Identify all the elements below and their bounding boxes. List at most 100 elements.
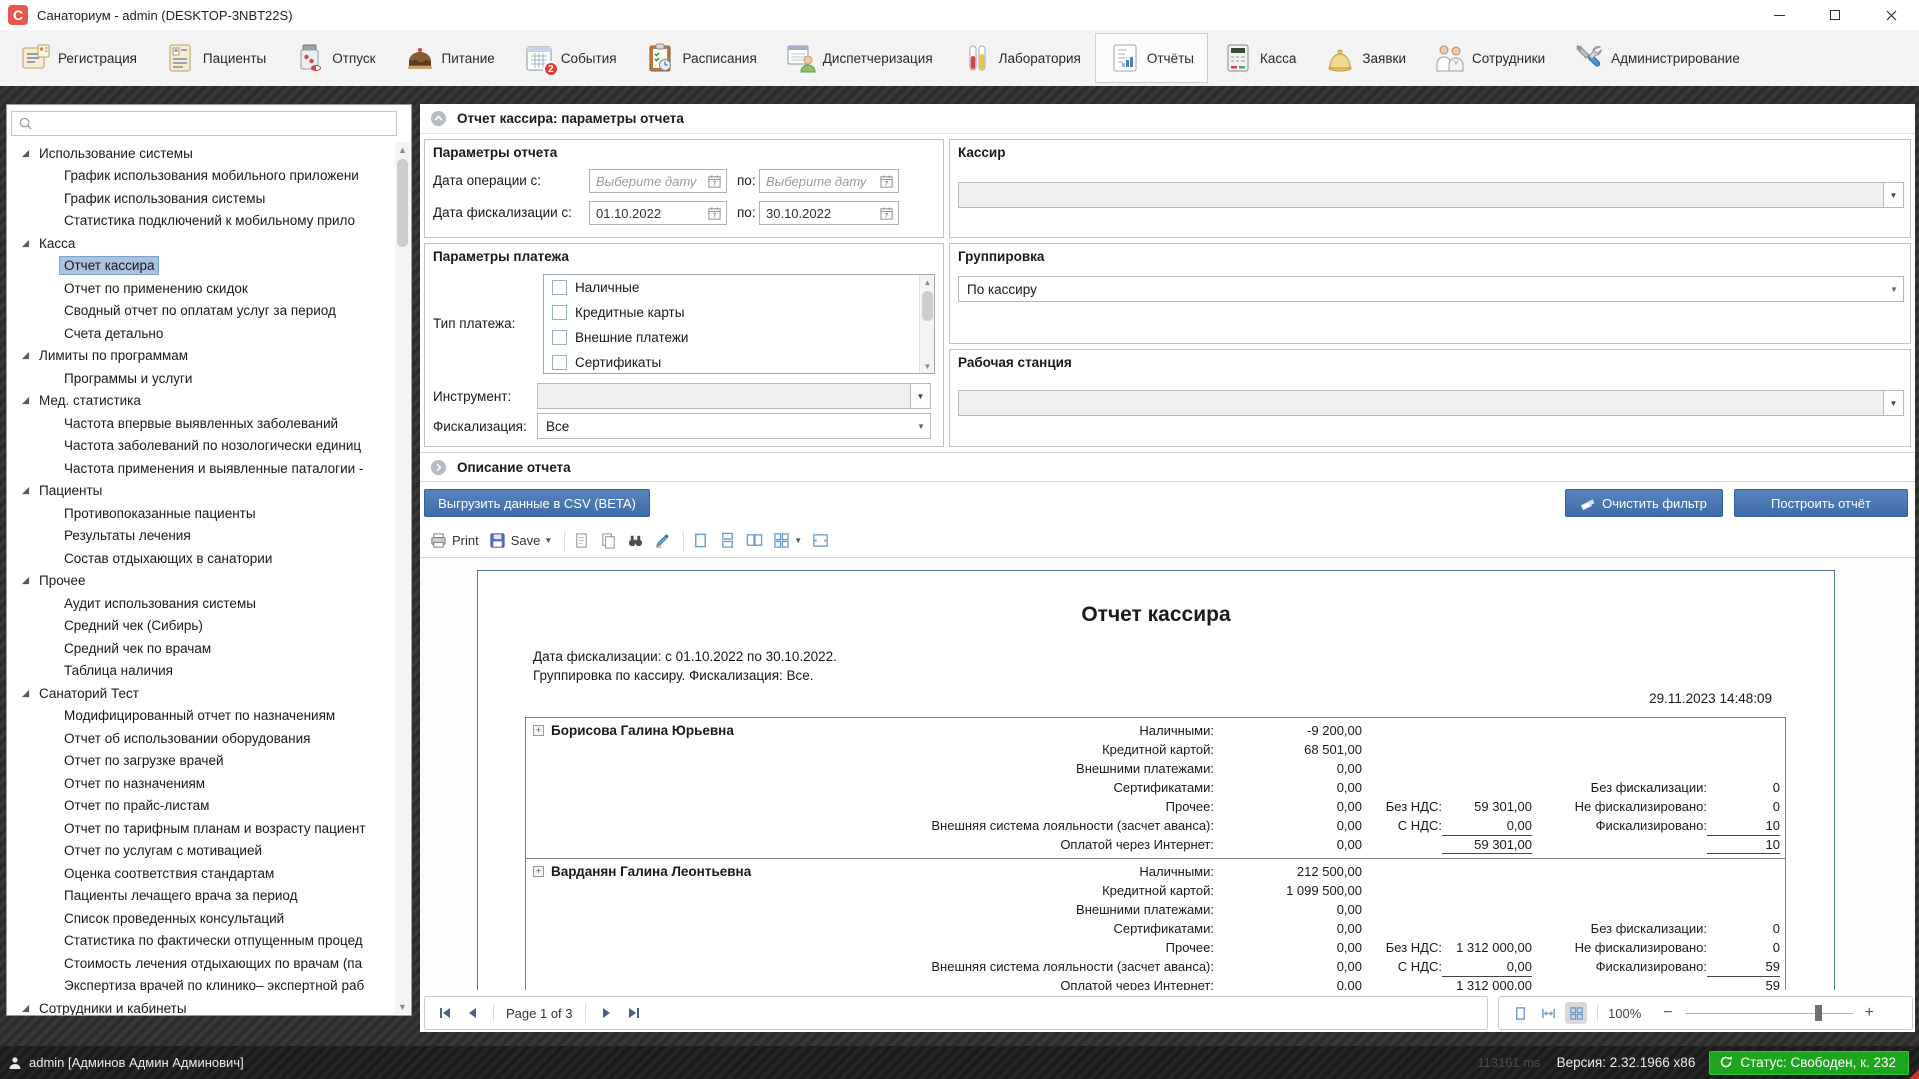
calendar-icon[interactable]: 7 [879, 206, 894, 221]
chevron-down-icon[interactable]: ▼ [1883, 183, 1903, 207]
payment-type-row[interactable]: Кредитные карты [544, 300, 934, 325]
workstation-combo[interactable]: ▼ [958, 390, 1904, 416]
fiscal-date-from-input[interactable] [590, 206, 703, 221]
grouping-combo[interactable]: По кассиру ▼ [958, 276, 1904, 302]
tree-item[interactable]: Оценка соответствия стандартам [7, 862, 395, 885]
zoom-slider[interactable] [1685, 1005, 1853, 1021]
find-button[interactable] [627, 532, 644, 549]
chevron-down-icon[interactable]: ▼ [910, 384, 930, 408]
chevron-down-icon[interactable]: ▼ [1883, 391, 1903, 415]
toolbar-item-reports[interactable]: Отчёты [1095, 33, 1208, 83]
minimize-button[interactable] [1751, 0, 1807, 30]
fiscalization-combo[interactable]: Все ▼ [537, 413, 931, 439]
tree-item[interactable]: Отчет об использовании оборудования [7, 727, 395, 750]
expand-group-icon[interactable]: + [533, 866, 544, 877]
page-setup-button[interactable] [573, 532, 590, 549]
tree-item[interactable]: Список проведенных консультаций [7, 907, 395, 930]
tree-item[interactable]: Экспертиза врачей по клинико– экспертной… [7, 975, 395, 998]
operation-date-to-input[interactable] [760, 174, 875, 189]
payment-type-row[interactable]: Наличные [544, 275, 934, 300]
calendar-icon[interactable]: 7 [879, 174, 894, 189]
scroll-up-icon[interactable]: ▲ [920, 275, 935, 289]
tree-category[interactable]: Лимиты по программам [7, 345, 395, 368]
tree-item[interactable]: Статистика подключений к мобильному прил… [7, 210, 395, 233]
toolbar-item-patients[interactable]: Пациенты [151, 33, 280, 83]
tree-category[interactable]: Использование системы [7, 142, 395, 165]
checkbox-unchecked-icon[interactable] [552, 280, 567, 295]
export-csv-button[interactable]: Выгрузить данные в CSV (BETA) [424, 489, 650, 517]
fullscreen-button[interactable] [812, 532, 829, 549]
last-page-icon[interactable] [626, 1005, 642, 1021]
slider-handle[interactable] [1815, 1005, 1822, 1021]
tree-item[interactable]: Сводный отчет по оплатам услуг за период [7, 300, 395, 323]
search-input[interactable] [33, 112, 396, 135]
toolbar-item-staff[interactable]: Сотрудники [1420, 33, 1559, 83]
close-button[interactable] [1863, 0, 1919, 30]
tree-expander-icon[interactable] [21, 576, 39, 585]
tree-item[interactable]: Модифицированный отчет по назначениям [7, 705, 395, 728]
previous-page-icon[interactable] [465, 1005, 481, 1021]
tree-expander-icon[interactable] [21, 1004, 39, 1013]
checkbox-unchecked-icon[interactable] [552, 355, 567, 370]
scroll-up-icon[interactable]: ▲ [395, 142, 410, 157]
instrument-combo[interactable]: ▼ [537, 383, 931, 409]
scroll-down-icon[interactable]: ▼ [395, 999, 410, 1014]
operation-date-from-input[interactable] [590, 174, 703, 189]
expand-description-icon[interactable] [430, 459, 447, 476]
tree-category[interactable]: Пациенты [7, 480, 395, 503]
toolbar-item-events[interactable]: 2 События [509, 33, 631, 83]
view-single-page-button[interactable] [692, 532, 709, 549]
tree-item[interactable]: Средний чек (Сибирь) [7, 615, 395, 638]
collapse-panel-icon[interactable] [430, 110, 447, 127]
calendar-icon[interactable]: 7 [707, 206, 722, 221]
operation-date-from-field[interactable]: 7 [589, 169, 727, 193]
payment-type-row[interactable]: Внешние платежи [544, 325, 934, 350]
save-button[interactable]: Save ▼ [489, 532, 553, 549]
fiscal-date-from-field[interactable]: 7 [589, 201, 727, 225]
view-options-button[interactable]: ▼ [773, 532, 802, 549]
sidebar-search[interactable] [11, 111, 397, 136]
payment-type-row[interactable]: Сертификаты [544, 350, 934, 374]
copy-button[interactable] [600, 532, 617, 549]
tree-expander-icon[interactable] [21, 396, 39, 405]
payment-list-scrollbar[interactable]: ▲ ▼ [919, 275, 934, 373]
tree-item[interactable]: График использования мобильного приложен… [7, 165, 395, 188]
tree-item[interactable]: Отчет по загрузке врачей [7, 750, 395, 773]
tree-item[interactable]: Отчет по прайс-листам [7, 795, 395, 818]
status-badge[interactable]: Статус: Свободен, к. 232 [1709, 1051, 1909, 1075]
fiscal-date-to-field[interactable]: 7 [759, 201, 899, 225]
tree-item[interactable]: Отчет по услугам с мотивацией [7, 840, 395, 863]
tree-item[interactable]: Отчет по назначениям [7, 772, 395, 795]
toolbar-item-registration[interactable]: Регистрация [6, 33, 151, 83]
tree-expander-icon[interactable] [21, 689, 39, 698]
tree-expander-icon[interactable] [21, 149, 39, 158]
cashier-combo[interactable]: ▼ [958, 182, 1904, 208]
scrollbar-thumb[interactable] [922, 291, 933, 321]
toolbar-item-dispense[interactable]: Отпуск [280, 33, 389, 83]
scroll-down-icon[interactable]: ▼ [920, 359, 935, 373]
tree-scrollbar[interactable]: ▲ ▼ [395, 142, 410, 1014]
tree-category[interactable]: Касса [7, 232, 395, 255]
view-facing-button[interactable] [746, 532, 763, 549]
calendar-icon[interactable]: 7 [707, 174, 722, 189]
tree-item[interactable]: Отчет по тарифным планам и возрасту паци… [7, 817, 395, 840]
tree-expander-icon[interactable] [21, 486, 39, 495]
expand-group-icon[interactable]: + [533, 725, 544, 736]
tree-item[interactable]: Пациенты лечащего врача за период [7, 885, 395, 908]
tree-item[interactable]: Программы и услуги [7, 367, 395, 390]
toolbar-item-cashdesk[interactable]: Касса [1208, 33, 1310, 83]
tree-expander-icon[interactable] [21, 239, 39, 248]
tree-item[interactable]: Частота применения и выявленные паталоги… [7, 457, 395, 480]
tree-item[interactable]: Результаты лечения [7, 525, 395, 548]
toolbar-item-schedules[interactable]: Расписания [631, 33, 771, 83]
tree-category[interactable]: Сотрудники и кабинеты [7, 997, 395, 1015]
tree-category[interactable]: Санаторий Тест [7, 682, 395, 705]
zoom-in-button[interactable]: + [1865, 1004, 1874, 1022]
multi-page-view-button[interactable] [1565, 1002, 1587, 1024]
tree-category[interactable]: Прочее [7, 570, 395, 593]
clear-filter-button[interactable]: Очистить фильтр [1565, 489, 1723, 517]
tree-item[interactable]: Средний чек по врачам [7, 637, 395, 660]
tree-item-selected[interactable]: Отчет кассира [7, 255, 395, 278]
tree-item[interactable]: Стоимость лечения отдыхающих по врачам (… [7, 952, 395, 975]
preview-viewport[interactable]: Отчет кассира Дата фискализации: с 01.10… [420, 558, 1915, 990]
